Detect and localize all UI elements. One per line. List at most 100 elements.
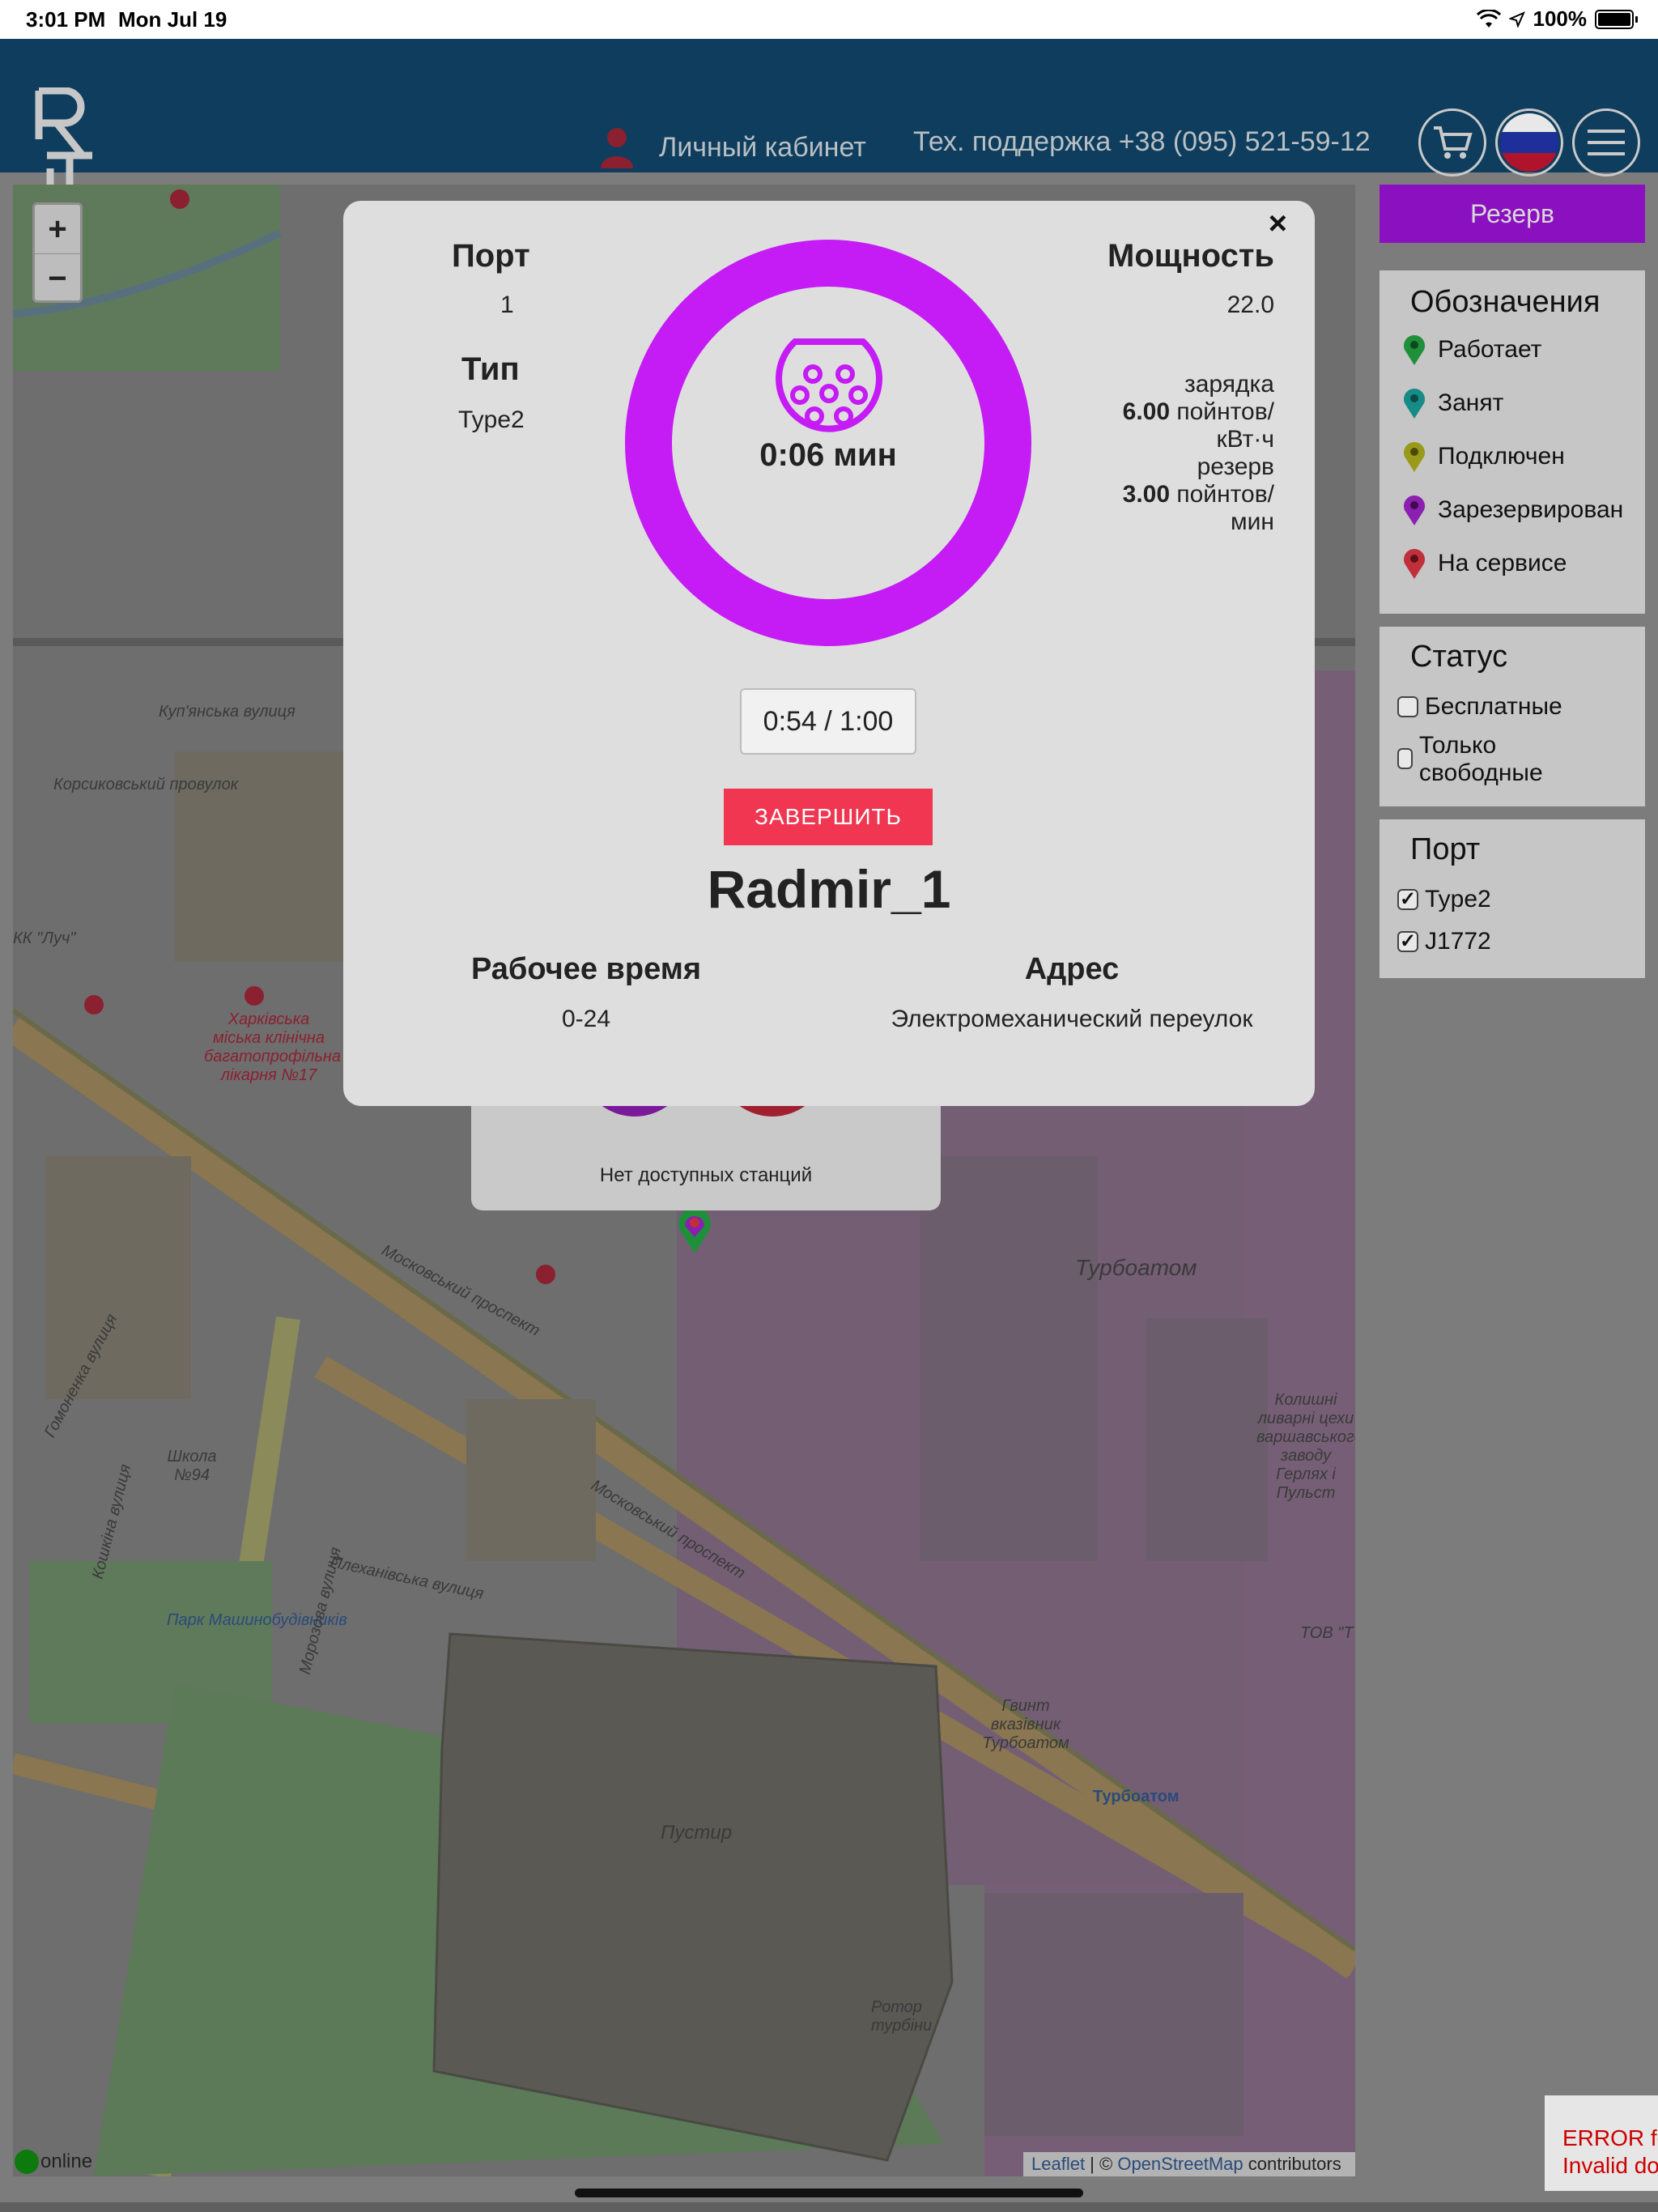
status-indicators: 100% bbox=[1476, 6, 1638, 32]
port-filter-panel: Порт ✓ Type2 ✓ J1772 bbox=[1380, 819, 1645, 978]
cart-button[interactable] bbox=[1418, 108, 1486, 177]
finish-button[interactable]: ЗАВЕРШИТЬ bbox=[724, 789, 933, 845]
zoom-out-button[interactable]: − bbox=[35, 254, 80, 303]
port-value: 1 bbox=[500, 291, 514, 318]
station-marker-icon[interactable] bbox=[677, 1206, 712, 1255]
filter-type2[interactable]: ✓ Type2 bbox=[1397, 886, 1491, 913]
legend-label: Занят bbox=[1438, 389, 1504, 416]
location-arrow-icon bbox=[1508, 11, 1525, 28]
legend-panel: Обозначения Работает Занят Подключен Зар… bbox=[1380, 270, 1645, 614]
type2-connector-icon bbox=[776, 338, 882, 432]
address-title: Адрес bbox=[1024, 952, 1120, 986]
port-title: Порт bbox=[452, 238, 530, 274]
zoom-in-button[interactable]: + bbox=[35, 205, 80, 254]
reserve-button[interactable]: Резерв bbox=[1380, 185, 1645, 243]
address-value: Электромеханический переулок bbox=[891, 1006, 1253, 1032]
type-title: Тип bbox=[461, 351, 520, 387]
map-label: Корсиковський провулок bbox=[53, 776, 239, 793]
rates-block: зарядка 6.00 пойнтов/ кВт·ч резерв 3.00 … bbox=[1080, 371, 1274, 536]
map-label: Ротор турбіни bbox=[871, 1998, 933, 2035]
online-dot-icon bbox=[15, 2150, 39, 2174]
reserve-unit: пойнтов/ bbox=[1176, 481, 1274, 508]
legend-title: Обозначения bbox=[1410, 285, 1601, 319]
menu-button[interactable] bbox=[1572, 108, 1640, 177]
charge-label: зарядка bbox=[1184, 371, 1274, 398]
battery-icon bbox=[1595, 9, 1638, 29]
charge-unit-2: кВт·ч bbox=[1216, 426, 1275, 453]
app-header: Личный кабинет Тех. поддержка +38 (095) … bbox=[0, 39, 1658, 198]
session-progress: 0:54 / 1:00 bbox=[740, 688, 916, 755]
account-label: Личный кабинет bbox=[659, 131, 866, 163]
reserve-rate: 3.00 пойнтов/ bbox=[1080, 481, 1274, 508]
legend-label: Подключен bbox=[1438, 443, 1565, 470]
type-value: Type2 bbox=[458, 406, 525, 433]
error-toast: ERROR fo Invalid do bbox=[1545, 2095, 1658, 2191]
map-label: Гвинт вказівник Турбоатом bbox=[982, 1697, 1069, 1752]
legend-item-connected: Подключен bbox=[1402, 440, 1565, 473]
charge-price: 6.00 bbox=[1122, 398, 1171, 425]
status-title: Статус bbox=[1410, 640, 1508, 674]
power-value: 22.0 bbox=[1226, 291, 1274, 318]
hours-value: 0-24 bbox=[561, 1006, 611, 1032]
checkbox-label: J1772 bbox=[1425, 928, 1491, 955]
legend-label: Работает bbox=[1438, 336, 1542, 363]
checkbox[interactable] bbox=[1397, 696, 1418, 717]
map-label: ТОВ "Т bbox=[1300, 1624, 1354, 1642]
legend-item-working: Работает bbox=[1402, 334, 1541, 366]
map-label: Пустир bbox=[661, 1822, 733, 1844]
status-date: Mon Jul 19 bbox=[118, 7, 227, 32]
bottom-strip bbox=[0, 2202, 1658, 2212]
filter-free[interactable]: Бесплатные bbox=[1397, 693, 1562, 721]
language-button[interactable] bbox=[1495, 108, 1563, 177]
rt-logo-icon bbox=[35, 87, 92, 198]
cart-icon bbox=[1434, 126, 1473, 159]
checkbox[interactable]: ✓ bbox=[1397, 930, 1418, 952]
support-phone-link[interactable]: Тех. поддержка +38 (095) 521-59-12 bbox=[913, 126, 1371, 158]
checkbox-label: Только свободные bbox=[1418, 732, 1543, 786]
online-label: online bbox=[40, 2150, 93, 2172]
no-stations-text: Нет доступных станций bbox=[599, 1164, 813, 1186]
green-pin-icon bbox=[1404, 335, 1425, 365]
filter-only-available[interactable]: Только свободные bbox=[1397, 732, 1559, 787]
legend-item-busy: Занят bbox=[1402, 387, 1503, 419]
status-bar: 3:01 PM Mon Jul 19 100% bbox=[0, 0, 1658, 39]
yellow-pin-icon bbox=[1404, 442, 1425, 472]
charge-rate: 6.00 пойнтов/ bbox=[1080, 398, 1274, 426]
map-label: Куп'янська вулиця bbox=[159, 703, 295, 721]
station-name: Radmir_1 bbox=[707, 859, 951, 919]
legend-item-service: На сервисе bbox=[1402, 547, 1567, 580]
attribution-sep: | © bbox=[1085, 2154, 1118, 2174]
reserve-label: резерв bbox=[1197, 453, 1274, 480]
legend-label: На сервисе bbox=[1438, 550, 1567, 576]
home-indicator[interactable] bbox=[575, 2189, 1083, 2197]
map-label: Колишні ливарні цехи варшавського заводу… bbox=[1256, 1391, 1355, 1502]
port-filter-title: Порт bbox=[1410, 832, 1481, 866]
map-label: Турбоатом bbox=[1075, 1255, 1197, 1280]
map-label: Харківська міська клінічна багатопрофіль… bbox=[204, 1010, 342, 1084]
checkbox-label: Type2 bbox=[1425, 886, 1491, 912]
checkbox-label: Бесплатные bbox=[1425, 693, 1562, 720]
connection-status: online bbox=[15, 2150, 92, 2174]
reserve-price: 3.00 bbox=[1122, 481, 1171, 508]
user-icon bbox=[601, 128, 633, 168]
elapsed-timer: 0:06 мин bbox=[759, 437, 897, 473]
checkbox[interactable] bbox=[1397, 748, 1413, 769]
status-time: 3:01 PM bbox=[26, 7, 106, 32]
leaflet-link[interactable]: Leaflet bbox=[1031, 2154, 1085, 2174]
map-label: КК "Луч" bbox=[13, 929, 76, 947]
close-modal-button[interactable]: × bbox=[1269, 206, 1287, 242]
status-filter-panel: Статус Бесплатные Только свободные bbox=[1380, 627, 1645, 806]
filter-j1772[interactable]: ✓ J1772 bbox=[1397, 928, 1491, 955]
osm-link[interactable]: OpenStreetMap bbox=[1117, 2154, 1243, 2174]
error-line-1: ERROR fo bbox=[1562, 2125, 1658, 2150]
error-line-2: Invalid do bbox=[1562, 2153, 1658, 2178]
red-pin-icon bbox=[1404, 549, 1425, 579]
account-link[interactable]: Личный кабинет bbox=[599, 126, 866, 168]
legend-label: Зарезервирован bbox=[1438, 496, 1624, 523]
map-attribution: Leaflet | © OpenStreetMap contributors bbox=[1023, 2152, 1355, 2176]
teal-pin-icon bbox=[1404, 389, 1425, 419]
russian-flag-icon bbox=[1500, 113, 1558, 172]
legend-item-reserved: Зарезервирован bbox=[1402, 494, 1623, 526]
attribution-contrib: contributors bbox=[1243, 2154, 1341, 2174]
checkbox[interactable]: ✓ bbox=[1397, 888, 1418, 910]
